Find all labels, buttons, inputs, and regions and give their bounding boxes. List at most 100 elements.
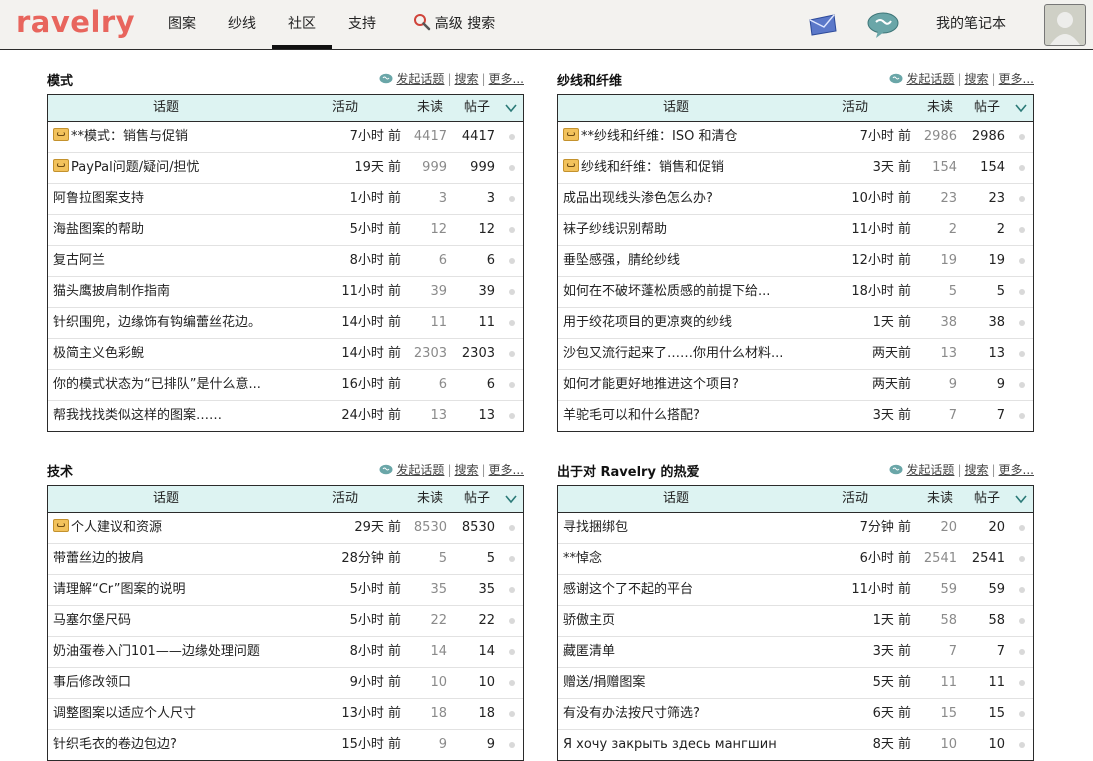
topic-cell[interactable]: 海盐图案的帮助 — [53, 215, 353, 245]
topic-title[interactable]: 沙包又流行起来了……你用什么材料... — [563, 346, 783, 361]
ravelry-logo[interactable]: ravelry — [16, 5, 135, 39]
topic-cell[interactable]: 用于绞花项目的更凉爽的纱线 — [563, 308, 863, 338]
table-row[interactable]: 骄傲主页 1天 前 58 58 — [558, 606, 1033, 637]
topic-title[interactable]: 事后修改领口 — [53, 675, 131, 690]
topic-cell[interactable]: Я хочу закрыть здесь мангшин — [563, 730, 863, 760]
table-row[interactable]: 成品出现线头渗色怎么办? 10小时 前 23 23 — [558, 184, 1033, 215]
table-row[interactable]: 有没有办法按尺寸筛选? 6天 前 15 15 — [558, 699, 1033, 730]
topic-title[interactable]: 你的模式状态为“已排队”是什么意... — [53, 377, 261, 392]
table-row[interactable]: 马塞尔堡尺码 5小时 前 22 22 — [48, 606, 523, 637]
topic-cell[interactable]: 马塞尔堡尺码 — [53, 606, 353, 636]
unread-count[interactable]: 38 — [940, 308, 957, 338]
topic-cell[interactable]: 寻找捆绑包 — [563, 513, 863, 543]
topic-cell[interactable]: 袜子纱线识别帮助 — [563, 215, 863, 245]
topic-title[interactable]: 如何才能更好地推进这个项目? — [563, 377, 739, 392]
unread-count[interactable]: 8530 — [414, 513, 447, 543]
topic-cell[interactable]: 沙包又流行起来了……你用什么材料... — [563, 339, 863, 369]
topic-title[interactable]: 藏匿清单 — [563, 644, 615, 659]
unread-count[interactable]: 13 — [940, 339, 957, 369]
table-row[interactable]: **纱线和纤维：ISO 和清仓 7小时 前 2986 2986 — [558, 122, 1033, 153]
unread-count[interactable]: 7 — [949, 401, 957, 431]
topic-cell[interactable]: 如何才能更好地推进这个项目? — [563, 370, 863, 400]
unread-count[interactable]: 15 — [940, 699, 957, 729]
topic-cell[interactable]: 帮我找找类似这样的图案…… — [53, 401, 353, 431]
topic-title[interactable]: PayPal问题/疑问/担忧 — [71, 160, 200, 175]
table-row[interactable]: 海盐图案的帮助 5小时 前 12 12 — [48, 215, 523, 246]
unread-count[interactable]: 4417 — [414, 122, 447, 152]
more-link[interactable]: 更多... — [489, 463, 524, 477]
table-row[interactable]: 如何在不破坏蓬松质感的前提下给... 18小时 前 5 5 — [558, 277, 1033, 308]
topic-cell[interactable]: 带蕾丝边的披肩 — [53, 544, 353, 574]
table-row[interactable]: PayPal问题/疑问/担忧 19天 前 999 999 — [48, 153, 523, 184]
unread-count[interactable]: 154 — [932, 153, 957, 183]
topic-cell[interactable]: 感谢这个了不起的平台 — [563, 575, 863, 605]
topic-cell[interactable]: PayPal问题/疑问/担忧 — [53, 153, 353, 183]
topic-title[interactable]: 马塞尔堡尺码 — [53, 613, 131, 628]
topic-cell[interactable]: 针织毛衣的卷边包边? — [53, 730, 353, 760]
search-link[interactable]: 搜索 — [454, 463, 478, 477]
table-row[interactable]: 帮我找找类似这样的图案…… 24小时 前 13 13 — [48, 401, 523, 431]
topic-cell[interactable]: 垂坠感强，腈纶纱线 — [563, 246, 863, 276]
unread-count[interactable]: 11 — [430, 308, 447, 338]
chevron-down-icon[interactable] — [505, 103, 517, 113]
unread-count[interactable]: 14 — [430, 637, 447, 667]
col-topic-header[interactable]: 话题 — [48, 486, 284, 512]
mail-icon[interactable] — [808, 14, 838, 36]
chevron-down-icon[interactable] — [1015, 494, 1027, 504]
col-unread-header[interactable]: 未读 — [417, 95, 443, 121]
topic-title[interactable]: 羊驼毛可以和什么搭配? — [563, 408, 700, 423]
table-row[interactable]: 如何才能更好地推进这个项目? 两天前 9 9 — [558, 370, 1033, 401]
table-row[interactable]: 复古阿兰 8小时 前 6 6 — [48, 246, 523, 277]
nav-community[interactable]: 社区 — [272, 0, 332, 49]
unread-count[interactable]: 3 — [439, 184, 447, 214]
unread-count[interactable]: 999 — [422, 153, 447, 183]
chevron-down-icon[interactable] — [505, 494, 517, 504]
topic-title[interactable]: 请理解“Cr”图案的说明 — [53, 582, 185, 597]
topic-title[interactable]: **纱线和纤维：ISO 和清仓 — [581, 129, 737, 144]
col-posts-header[interactable]: 帖子 — [974, 486, 1000, 512]
chevron-down-icon[interactable] — [1015, 103, 1027, 113]
nav-patterns[interactable]: 图案 — [166, 0, 198, 46]
unread-count[interactable]: 7 — [949, 637, 957, 667]
topic-cell[interactable]: 纱线和纤维：销售和促销 — [563, 153, 863, 183]
col-activity-header[interactable]: 活动 — [332, 95, 358, 121]
unread-count[interactable]: 9 — [439, 730, 447, 760]
col-unread-header[interactable]: 未读 — [927, 486, 953, 512]
table-row[interactable]: 针织围兜，边缘饰有钩编蕾丝花边。 14小时 前 11 11 — [48, 308, 523, 339]
table-row[interactable]: 感谢这个了不起的平台 11小时 前 59 59 — [558, 575, 1033, 606]
table-row[interactable]: 用于绞花项目的更凉爽的纱线 1天 前 38 38 — [558, 308, 1033, 339]
search-link[interactable]: 搜索 — [964, 72, 988, 86]
topic-cell[interactable]: **悼念 — [563, 544, 863, 574]
table-row[interactable]: 赠送/捐赠图案 5天 前 11 11 — [558, 668, 1033, 699]
table-row[interactable]: 请理解“Cr”图案的说明 5小时 前 35 35 — [48, 575, 523, 606]
search-link[interactable]: 搜索 — [454, 72, 478, 86]
col-topic-header[interactable]: 话题 — [558, 95, 794, 121]
col-posts-header[interactable]: 帖子 — [464, 486, 490, 512]
topic-title[interactable]: 有没有办法按尺寸筛选? — [563, 706, 700, 721]
col-unread-header[interactable]: 未读 — [417, 486, 443, 512]
topic-cell[interactable]: 事后修改领口 — [53, 668, 353, 698]
table-row[interactable]: **悼念 6小时 前 2541 2541 — [558, 544, 1033, 575]
unread-count[interactable]: 10 — [940, 730, 957, 760]
topic-title[interactable]: 用于绞花项目的更凉爽的纱线 — [563, 315, 732, 330]
topic-cell[interactable]: **模式：销售与促销 — [53, 122, 353, 152]
chat-bubble-icon[interactable] — [866, 11, 900, 39]
topic-title[interactable]: 如何在不破坏蓬松质感的前提下给... — [563, 284, 770, 299]
topic-cell[interactable]: 阿鲁拉图案支持 — [53, 184, 353, 214]
unread-count[interactable]: 2986 — [924, 122, 957, 152]
table-row[interactable]: 阿鲁拉图案支持 1小时 前 3 3 — [48, 184, 523, 215]
table-row[interactable]: 纱线和纤维：销售和促销 3天 前 154 154 — [558, 153, 1033, 184]
unread-count[interactable]: 9 — [949, 370, 957, 400]
topic-title[interactable]: 寻找捆绑包 — [563, 520, 628, 535]
unread-count[interactable]: 5 — [949, 277, 957, 307]
unread-count[interactable]: 6 — [439, 246, 447, 276]
topic-title[interactable]: 骄傲主页 — [563, 613, 615, 628]
topic-title[interactable]: 带蕾丝边的披肩 — [53, 551, 144, 566]
table-row[interactable]: 带蕾丝边的披肩 28分钟 前 5 5 — [48, 544, 523, 575]
col-posts-header[interactable]: 帖子 — [464, 95, 490, 121]
start-topic-link[interactable]: 发起话题 — [396, 72, 444, 86]
table-row[interactable]: 你的模式状态为“已排队”是什么意... 16小时 前 6 6 — [48, 370, 523, 401]
topic-cell[interactable]: 你的模式状态为“已排队”是什么意... — [53, 370, 353, 400]
unread-count[interactable]: 5 — [439, 544, 447, 574]
more-link[interactable]: 更多... — [489, 72, 524, 86]
